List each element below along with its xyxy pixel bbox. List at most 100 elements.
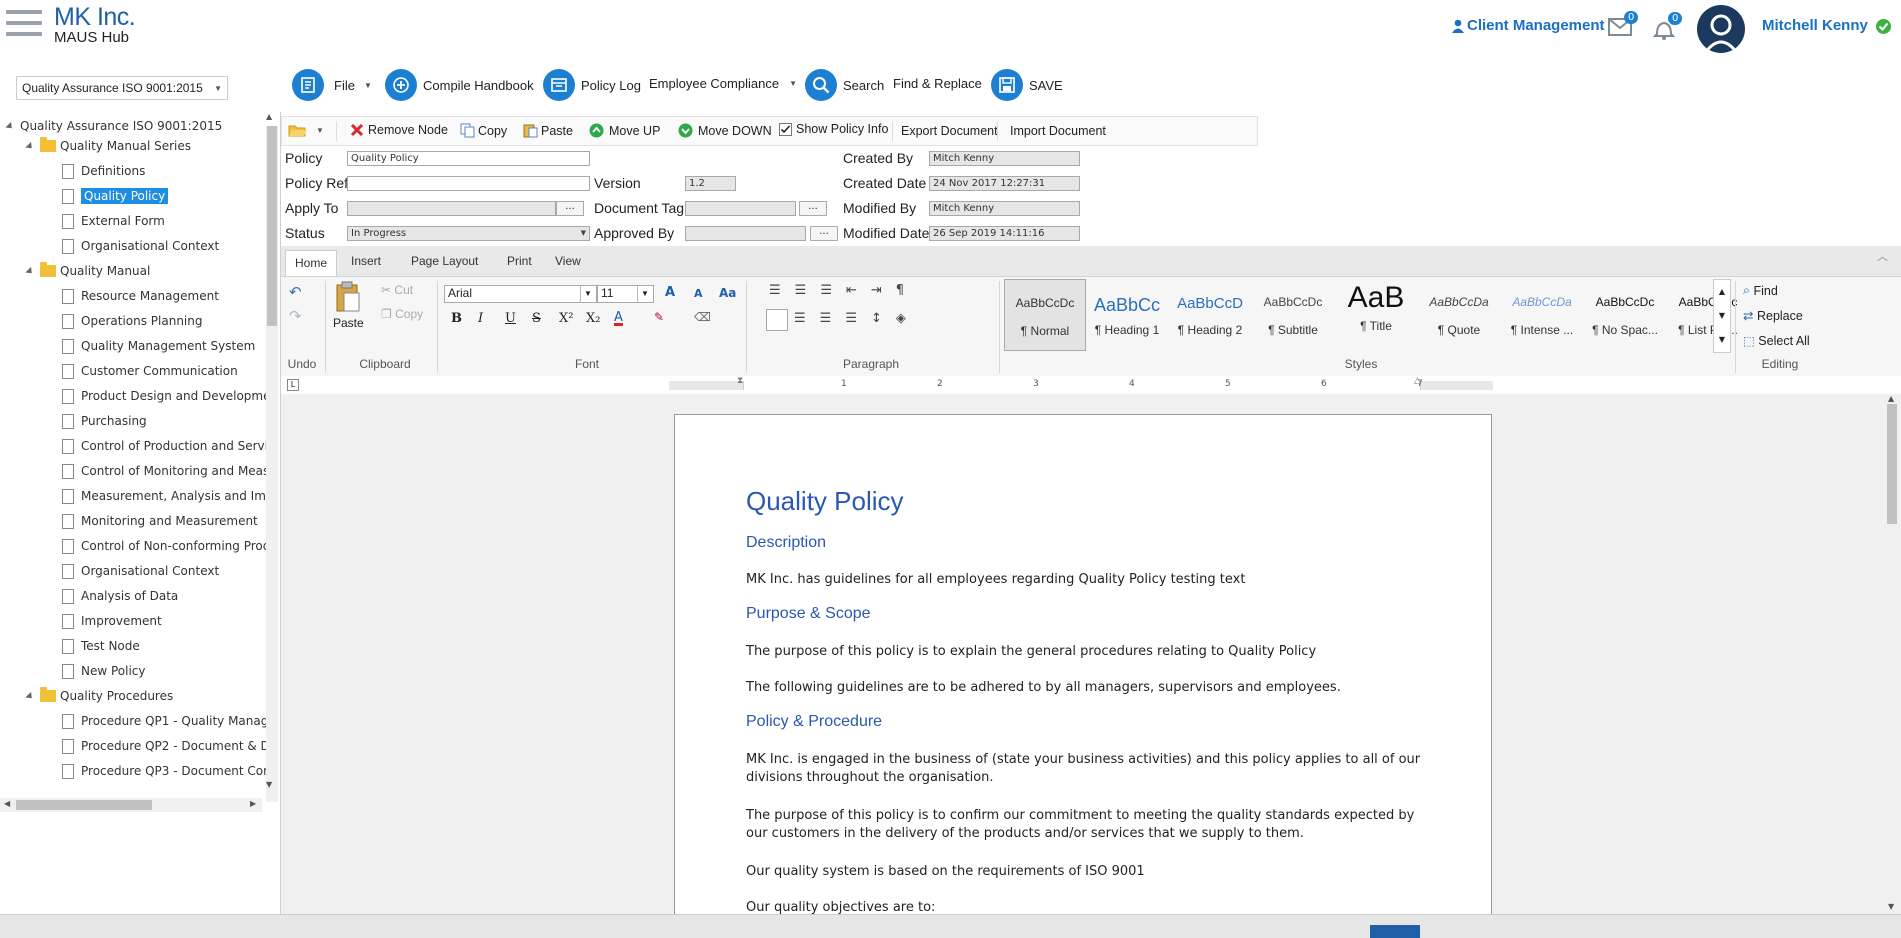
style-6[interactable]: AaBbCcDa ¶ Intense ...	[1502, 279, 1582, 349]
style-4[interactable]: AaB ¶ Title	[1336, 279, 1416, 349]
move-up-button[interactable]: Move UP	[589, 123, 660, 138]
tree-item[interactable]: Purchasing	[62, 411, 147, 431]
document-tag-field[interactable]	[685, 201, 796, 216]
find-replace-button[interactable]: Find & Replace	[893, 76, 982, 91]
find-button[interactable]: ⌕ Find	[1743, 283, 1778, 298]
tree-item[interactable]: Test Node	[62, 636, 140, 656]
cut-button[interactable]: ✂ Cut	[381, 283, 413, 297]
policy-field[interactable]: Quality Policy	[347, 151, 590, 166]
tree-item[interactable]: Procedure QP2 - Document & Data	[62, 736, 266, 756]
copy-button[interactable]: ❐ Copy	[381, 307, 423, 321]
italic-icon[interactable]: I	[478, 311, 483, 326]
tab-stop-icon[interactable]: L	[287, 379, 299, 391]
save-button[interactable]: SAVE	[991, 69, 1063, 101]
scroll-left-arrow-icon[interactable]: ◀	[4, 799, 10, 808]
doc-scroll-down-icon[interactable]: ▼	[1888, 902, 1894, 911]
tree-item[interactable]: Improvement	[62, 611, 162, 631]
paragraph-procedure-2[interactable]: The purpose of this policy is to confirm…	[746, 807, 1426, 843]
tree-item[interactable]: New Policy	[62, 661, 146, 681]
style-7[interactable]: AaBbCcDc ¶ No Spac...	[1585, 279, 1665, 349]
heading-policy-procedure[interactable]: Policy & Procedure	[746, 713, 882, 731]
subscript-icon[interactable]: X₂	[586, 311, 600, 326]
style-0[interactable]: AaBbCcDc ¶ Normal	[1004, 279, 1086, 351]
tree-item[interactable]: Control of Production and Service	[62, 436, 266, 456]
paste-node-button[interactable]: Paste	[523, 123, 573, 138]
shrink-font-icon[interactable]: A	[694, 287, 703, 300]
modified-by-field[interactable]: Mitch Kenny	[929, 201, 1080, 216]
tree-item[interactable]: Operations Planning	[62, 311, 202, 331]
paragraph-purpose-1[interactable]: The purpose of this policy is to explain…	[746, 643, 1426, 661]
tree-item[interactable]: Procedure QP3 - Document Contro	[62, 761, 266, 781]
align-left-icon[interactable]	[766, 309, 788, 331]
clear-format-icon[interactable]: ⌫	[694, 310, 711, 324]
scroll-right-arrow-icon[interactable]: ▶	[250, 799, 256, 808]
apply-to-browse-button[interactable]: ...	[556, 201, 584, 216]
doc-scroll-up-icon[interactable]: ▲	[1888, 394, 1894, 403]
modified-date-field[interactable]: 26 Sep 2019 14:11:16	[929, 226, 1080, 241]
strikethrough-icon[interactable]: S	[532, 311, 541, 326]
created-by-field[interactable]: Mitch Kenny	[929, 151, 1080, 166]
remove-node-button[interactable]: Remove Node	[350, 123, 448, 137]
list-buttons[interactable]: ☰☰☰⇤⇥¶	[769, 283, 918, 298]
ribbon-tab-view[interactable]: View	[555, 254, 581, 268]
tree-horizontal-scrollbar[interactable]: ◀ ▶	[0, 798, 262, 812]
paragraph-description[interactable]: MK Inc. has guidelines for all employees…	[746, 571, 1426, 589]
tree-vertical-scrollbar[interactable]	[266, 126, 278, 802]
font-size-select[interactable]: 11 ▼	[597, 285, 654, 303]
document-tag-browse-button[interactable]: ...	[799, 201, 827, 216]
heading-description[interactable]: Description	[746, 534, 826, 552]
show-policy-info-checkbox[interactable]: Show Policy Info	[779, 122, 888, 136]
collapse-ribbon-icon[interactable]: ︿	[1877, 248, 1888, 264]
tree-item[interactable]: Control of Non-conforming Produc	[62, 536, 266, 556]
tree-item[interactable]: Procedure QP1 - Quality Managem	[62, 711, 266, 731]
approved-by-browse-button[interactable]: ...	[810, 226, 838, 241]
undo-icon[interactable]: ↶	[289, 283, 302, 301]
tree-item[interactable]: Organisational Context	[62, 561, 219, 581]
tree-item[interactable]: Quality Policy	[62, 186, 169, 206]
policy-ref-field[interactable]	[347, 176, 590, 191]
tree-folder[interactable]: Quality Manual Series	[25, 136, 191, 156]
tree-item[interactable]: Measurement, Analysis and Improv	[62, 486, 266, 506]
styles-more-icon[interactable]: ▼	[1714, 328, 1730, 352]
status-select[interactable]: In Progress ▼	[347, 226, 590, 241]
employee-compliance-dropdown[interactable]: Employee Compliance ▼	[649, 76, 797, 91]
scroll-down-arrow-icon[interactable]: ▼	[266, 780, 272, 789]
open-folder-button[interactable]: ▼	[288, 122, 324, 138]
highlight-icon[interactable]: ✎	[654, 310, 664, 324]
font-color-icon[interactable]: A	[614, 310, 623, 325]
underline-icon[interactable]: U	[505, 311, 516, 326]
logo[interactable]: MK Inc. MAUS Hub	[54, 5, 136, 46]
policy-log-button[interactable]: Policy Log	[543, 69, 641, 101]
tree-item[interactable]: Organisational Context	[62, 236, 219, 256]
ribbon-tab-insert[interactable]: Insert	[351, 254, 381, 268]
ribbon-tab-home[interactable]: Home	[285, 250, 338, 276]
tree-scroll-thumb[interactable]	[267, 126, 277, 326]
client-management-link[interactable]: Client Management	[1452, 17, 1605, 34]
file-button[interactable]: File ▼	[292, 69, 372, 101]
copy-node-button[interactable]: Copy	[460, 123, 507, 138]
style-2[interactable]: AaBbCcD ¶ Heading 2	[1170, 279, 1250, 349]
tree-item[interactable]: Analysis of Data	[62, 586, 178, 606]
heading-purpose-scope[interactable]: Purpose & Scope	[746, 605, 871, 623]
style-1[interactable]: AaBbCc ¶ Heading 1	[1087, 279, 1167, 349]
font-name-select[interactable]: Arial ▼	[444, 285, 597, 303]
superscript-icon[interactable]: X²	[559, 311, 573, 326]
paste-button[interactable]: Paste	[333, 281, 364, 341]
document-title[interactable]: Quality Policy	[746, 486, 904, 517]
tree-item[interactable]: Resource Management	[62, 286, 219, 306]
search-button[interactable]: Search	[805, 69, 884, 101]
tree-item[interactable]: External Form	[62, 211, 165, 231]
grow-font-icon[interactable]: A	[665, 285, 675, 300]
styles-scroll[interactable]: ▲ ▼ ▼	[1713, 279, 1731, 353]
tree-item[interactable]: Product Design and Development	[62, 386, 266, 406]
export-document-button[interactable]: Export Document	[901, 124, 998, 138]
paragraph-purpose-2[interactable]: The following guidelines are to be adher…	[746, 679, 1426, 697]
tree-hscroll-thumb[interactable]	[16, 800, 152, 810]
apply-to-field[interactable]	[347, 201, 556, 216]
tree-item[interactable]: Customer Communication	[62, 361, 238, 381]
right-indent-marker-icon[interactable]: △	[1414, 376, 1421, 386]
move-down-button[interactable]: Move DOWN	[678, 123, 772, 138]
version-field[interactable]: 1.2	[685, 176, 736, 191]
tree-item[interactable]: Control of Monitoring and Measur	[62, 461, 266, 481]
style-5[interactable]: AaBbCcDa ¶ Quote	[1419, 279, 1499, 349]
